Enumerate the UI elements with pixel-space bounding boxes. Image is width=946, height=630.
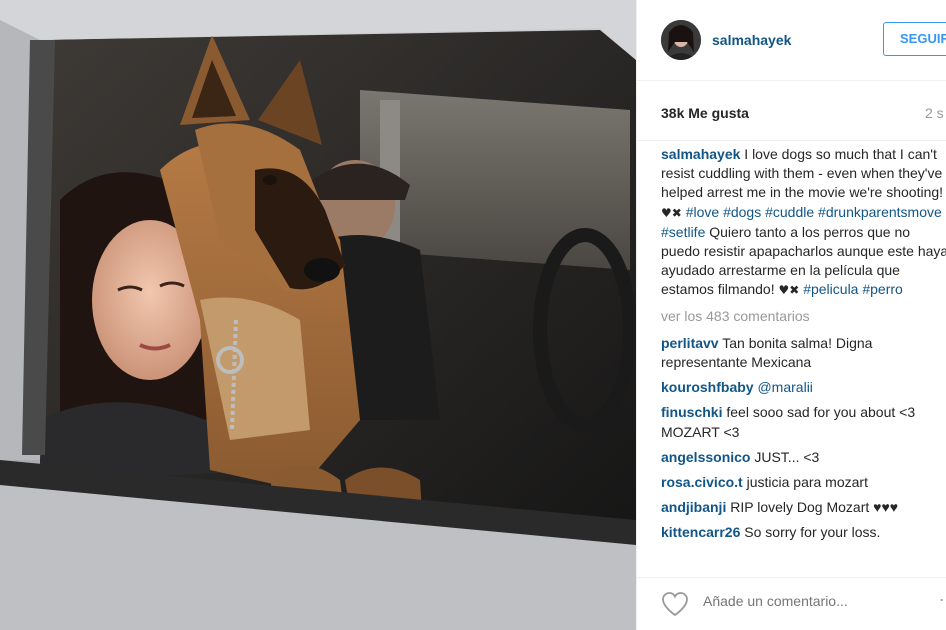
follow-button[interactable]: SEGUIR <box>883 22 946 56</box>
comment-text: RIP lovely Dog Mozart ♥♥♥ <box>730 499 899 516</box>
comment-text[interactable]: @maralii <box>757 379 812 395</box>
comment-text: So sorry for your loss. <box>744 524 881 541</box>
hashtag[interactable]: #setlife <box>661 224 705 240</box>
likes-row: 38k Me gusta 2 s <box>637 80 946 141</box>
comment-username[interactable]: angelssonico <box>661 449 750 465</box>
header-username[interactable]: salmahayek <box>712 32 791 48</box>
hashtag[interactable]: #cuddle <box>765 204 814 220</box>
comment: rosa.civico.t justicia para mozart <box>661 473 946 492</box>
hashtag[interactable]: #drunkparentsmove <box>818 204 942 220</box>
comment-username[interactable]: rosa.civico.t <box>661 474 743 490</box>
comment: andjibanji RIP lovely Dog Mozart ♥♥♥ <box>661 498 946 517</box>
caption: salmahayek I love dogs so much that I ca… <box>661 145 946 301</box>
comment-username[interactable]: finuschki <box>661 404 722 420</box>
comment: perlitavv Tan bonita salma! Digna repres… <box>661 334 946 372</box>
comment: angelssonico JUST... <3 <box>661 448 946 467</box>
caption-username[interactable]: salmahayek <box>661 146 740 162</box>
post-header: salmahayek SEGUIR <box>637 0 946 81</box>
view-more-comments[interactable]: ver los 483 comentarios <box>661 307 946 326</box>
comment-text: JUST... <3 <box>754 448 820 465</box>
comment-username[interactable]: andjibanji <box>661 499 726 515</box>
comment-username[interactable]: kittencarr26 <box>661 524 740 540</box>
comment: kittencarr26 So sorry for your loss. <box>661 523 946 542</box>
comments-list: salmahayek I love dogs so much that I ca… <box>661 145 946 549</box>
time-ago[interactable]: 2 s <box>925 105 944 121</box>
post-footer: ⋯ <box>637 577 946 630</box>
post-photo[interactable] <box>0 0 636 630</box>
comment: kouroshfbaby @maralii <box>661 378 946 397</box>
instagram-post: salmahayek SEGUIR 38k Me gusta 2 s salma… <box>0 0 946 630</box>
likes-count[interactable]: 38k Me gusta <box>661 105 749 121</box>
comment-username[interactable]: kouroshfbaby <box>661 379 754 395</box>
hashtag[interactable]: #dogs <box>723 204 761 220</box>
comment: finuschki feel sooo sad for you about <3… <box>661 403 946 441</box>
more-options-icon[interactable]: ⋯ <box>939 590 946 610</box>
add-comment-input[interactable] <box>703 593 903 609</box>
hashtag[interactable]: #love <box>686 204 719 220</box>
comment-username[interactable]: perlitavv <box>661 335 719 351</box>
avatar[interactable] <box>661 20 701 60</box>
heart-icon[interactable] <box>661 591 689 617</box>
heart-dog-emoji: ♥✖ <box>661 205 682 220</box>
comment-text: justicia para mozart <box>746 474 868 491</box>
post-sidebar: salmahayek SEGUIR 38k Me gusta 2 s salma… <box>636 0 946 630</box>
hashtag[interactable]: #perro <box>862 281 902 297</box>
heart-dog-emoji: ♥✖ <box>778 283 800 298</box>
hashtag[interactable]: #pelicula <box>803 281 858 297</box>
